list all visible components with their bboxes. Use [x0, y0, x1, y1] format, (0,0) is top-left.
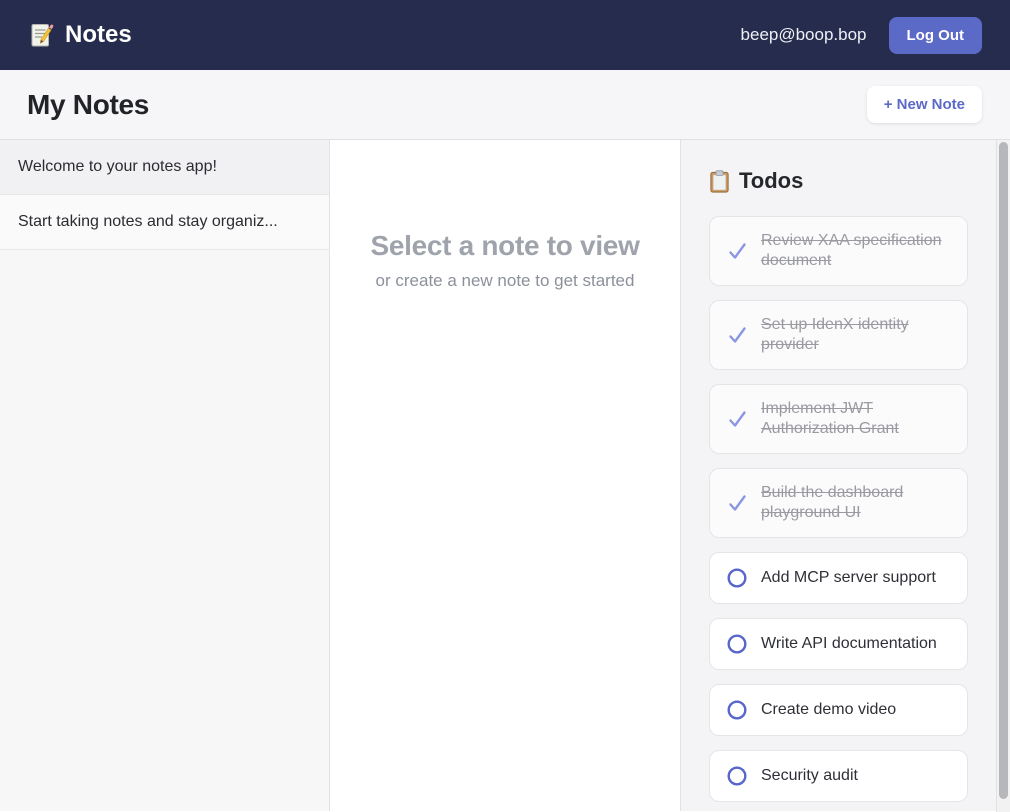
new-note-button[interactable]: + New Note [867, 86, 982, 123]
app-logo: Notes [28, 21, 132, 49]
note-list: Welcome to your notes app! Start taking n… [0, 140, 329, 250]
note-viewer: Select a note to view or create a new no… [330, 140, 680, 811]
note-title: Start taking notes and stay organiz... [18, 213, 278, 231]
circle-icon[interactable] [726, 567, 748, 589]
empty-state-subtitle: or create a new note to get started [376, 271, 635, 291]
check-icon[interactable] [726, 240, 748, 262]
navbar: Notes beep@boop.bop Log Out [0, 0, 1010, 70]
memo-icon [28, 22, 55, 49]
circle-icon[interactable] [726, 699, 748, 721]
content-area: Welcome to your notes app! Start taking n… [0, 140, 1010, 811]
todo-text: Set up IdenX identity provider [761, 315, 951, 355]
todo-item[interactable]: Build the dashboard playground UI [709, 468, 968, 538]
check-icon[interactable] [726, 324, 748, 346]
circle-icon[interactable] [726, 765, 748, 787]
todo-item[interactable]: Write API documentation [709, 618, 968, 670]
todo-item[interactable]: Set up IdenX identity provider [709, 300, 968, 370]
note-list-item[interactable]: Start taking notes and stay organiz... [0, 195, 329, 250]
todo-item[interactable]: Review XAA specification document [709, 216, 968, 286]
logout-button[interactable]: Log Out [889, 17, 982, 54]
todo-text: Implement JWT Authorization Grant [761, 399, 951, 439]
todos-title: Todos [709, 168, 968, 194]
todo-text: Security audit [761, 766, 858, 786]
todo-text: Create demo video [761, 700, 896, 720]
notes-sidebar: Welcome to your notes app! Start taking n… [0, 140, 330, 811]
empty-state-title: Select a note to view [370, 230, 639, 262]
todo-text: Add MCP server support [761, 568, 936, 588]
todo-text: Build the dashboard playground UI [761, 483, 951, 523]
page-title: My Notes [27, 89, 149, 121]
note-title: Welcome to your notes app! [18, 158, 217, 176]
user-email: beep@boop.bop [741, 25, 867, 45]
circle-icon[interactable] [726, 633, 748, 655]
note-list-item[interactable]: Welcome to your notes app! [0, 140, 329, 195]
todo-list: Review XAA specification document Set up … [709, 216, 968, 802]
todo-text: Write API documentation [761, 634, 937, 654]
page-header: My Notes + New Note [0, 70, 1010, 140]
vertical-scrollbar-track[interactable] [996, 140, 1010, 812]
todo-item[interactable]: Implement JWT Authorization Grant [709, 384, 968, 454]
navbar-right: beep@boop.bop Log Out [741, 17, 982, 54]
check-icon[interactable] [726, 408, 748, 430]
todo-item[interactable]: Add MCP server support [709, 552, 968, 604]
todo-text: Review XAA specification document [761, 231, 951, 271]
todo-item[interactable]: Create demo video [709, 684, 968, 736]
vertical-scrollbar-thumb[interactable] [999, 142, 1008, 799]
todos-panel: Todos Review XAA specification document S… [680, 140, 1010, 811]
todo-item[interactable]: Security audit [709, 750, 968, 802]
clipboard-icon [709, 170, 730, 193]
check-icon[interactable] [726, 492, 748, 514]
app-title: Notes [65, 21, 132, 49]
todos-title-text: Todos [739, 168, 803, 194]
